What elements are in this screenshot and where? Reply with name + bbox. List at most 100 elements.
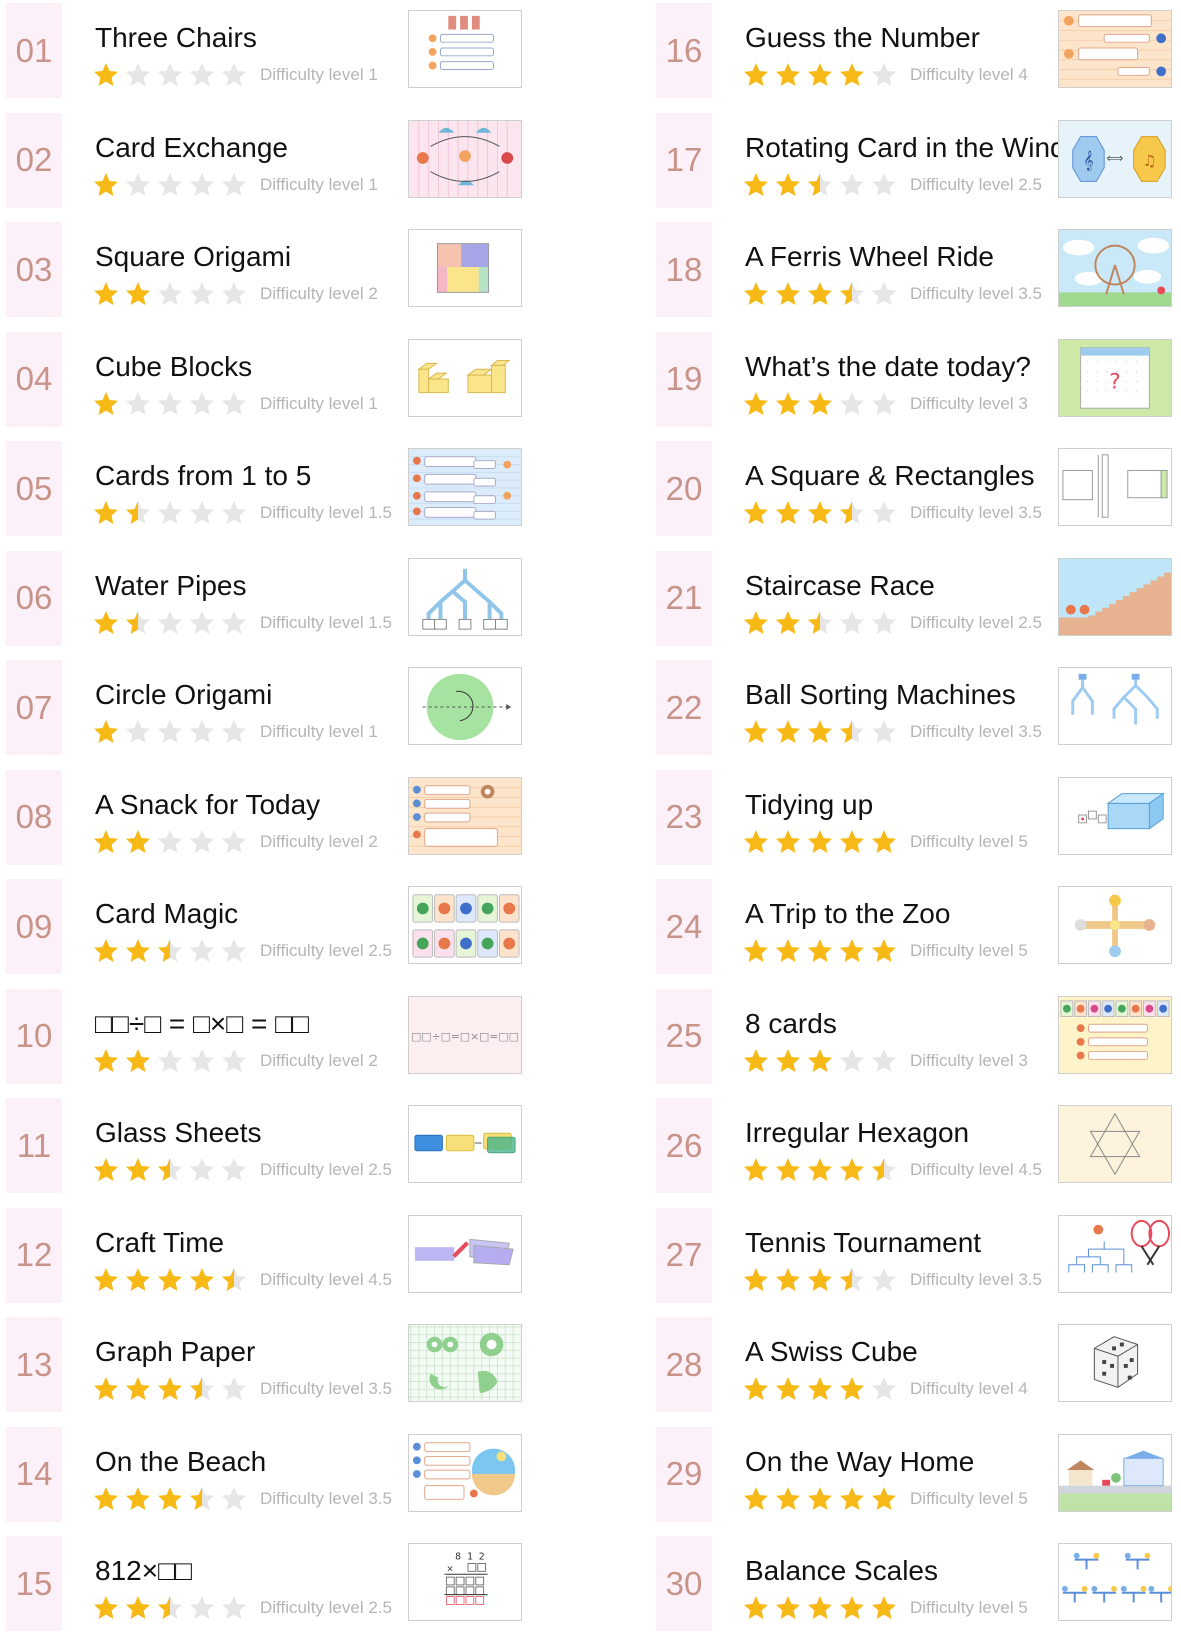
puzzle-list-item-21[interactable]: 21 Staircase Race Difficulty level 2.5 [656, 548, 1181, 658]
puzzle-list-item-24[interactable]: 24 A Trip to the Zoo Difficulty level 5 [656, 876, 1181, 986]
puzzle-list-item-13[interactable]: 13 Graph Paper Difficulty level 3.5 [6, 1314, 546, 1424]
eight-cards-thumbnail[interactable] [1058, 995, 1172, 1074]
puzzle-title: Card Magic [95, 898, 239, 929]
puzzle-list-item-10[interactable]: 10 □□÷□ = □×□ = □□ Difficulty level 2 □□… [6, 986, 546, 1096]
puzzle-list-item-29[interactable]: 29 On the Way Home Difficulty level 5 [656, 1424, 1181, 1534]
star-filled-icon [744, 1377, 768, 1400]
star-filled-icon [94, 1486, 118, 1510]
puzzle-list-item-26[interactable]: 26 Irregular Hexagon Difficulty level 4.… [656, 1095, 1181, 1205]
puzzle-title: Three Chairs [95, 22, 257, 53]
star-filled-icon [840, 829, 864, 853]
svg-text:?: ? [1109, 369, 1120, 394]
puzzle-list-item-19[interactable]: 19 What’s the date today? Difficulty lev… [656, 329, 1181, 439]
star-empty-icon [158, 501, 182, 524]
cube-blocks-thumbnail[interactable] [408, 338, 522, 417]
puzzle-list-item-25[interactable]: 25 8 cards Difficulty level 3 [656, 986, 1181, 1096]
ferris-wheel-thumbnail[interactable] [1058, 229, 1172, 307]
puzzle-list-item-01[interactable]: 01 Three Chairs Difficulty level 1 [6, 0, 546, 110]
puzzle-list-item-23[interactable]: 23 Tidying up Difficulty level 5 [656, 767, 1181, 877]
equation-thumbnail[interactable]: □□÷□=□×□=□□ [408, 995, 522, 1074]
puzzle-list-item-02[interactable]: 02 Card Exchange Difficulty level 1 [6, 110, 546, 220]
star-filled-icon [840, 939, 864, 962]
star-half-icon [126, 501, 150, 524]
puzzle-number: 17 [656, 112, 712, 208]
way-home-thumbnail[interactable] [1058, 1433, 1172, 1512]
difficulty-label: Difficulty level 1 [260, 393, 378, 413]
puzzle-number: 01 [6, 3, 62, 98]
puzzle-list-item-15[interactable]: 15 812×□□ Difficulty level 2.5 8 1 2 × [6, 1533, 546, 1643]
svg-text:□□÷□=□×□=□□: □□÷□=□×□=□□ [411, 1029, 519, 1042]
puzzle-list-item-06[interactable]: 06 Water Pipes Difficulty level 1.5 [6, 548, 546, 658]
snack-dialog-thumbnail[interactable] [408, 776, 522, 855]
star-empty-icon [222, 939, 246, 962]
puzzle-title: Rotating Card in the Wind [745, 131, 1066, 163]
circle-origami-thumbnail[interactable] [408, 667, 522, 745]
puzzle-list-item-27[interactable]: 27 Tennis Tournament Difficulty level 3.… [656, 1205, 1181, 1315]
puzzle-list-item-20[interactable]: 20 A Square & Rectangles Difficulty leve… [656, 438, 1181, 548]
multiplication-thumbnail[interactable]: 8 1 2 × [408, 1543, 522, 1621]
star-filled-icon [744, 1158, 768, 1181]
star-empty-icon [872, 391, 896, 415]
puzzle-number: 03 [6, 222, 62, 317]
star-filled-icon [776, 1158, 800, 1181]
zoo-map-thumbnail[interactable] [1058, 886, 1172, 964]
star-empty-icon [222, 720, 246, 743]
star-empty-icon [190, 939, 214, 962]
puzzle-title: A Trip to the Zoo [745, 898, 951, 929]
puzzle-list-item-04[interactable]: 04 Cube Blocks Difficulty level 1 [6, 329, 546, 439]
star-filled-icon [872, 1596, 896, 1619]
puzzle-list-item-28[interactable]: 28 A Swiss Cube Difficulty level 4 [656, 1314, 1181, 1424]
puzzle-list-item-14[interactable]: 14 On the Beach Difficulty level 3.5 [6, 1424, 546, 1534]
puzzle-list-item-05[interactable]: 05 Cards from 1 to 5 Difficulty level 1.… [6, 438, 546, 548]
star-filled-icon [840, 1377, 864, 1400]
difficulty-label: Difficulty level 3.5 [910, 1269, 1042, 1289]
puzzle-list-item-11[interactable]: 11 Glass Sheets Difficulty level 2.5 [6, 1095, 546, 1205]
puzzle-number: 30 [656, 1536, 712, 1631]
star-filled-icon [94, 720, 118, 743]
rotating-card-thumbnail[interactable]: 𝄞 ⟺ ♫ [1058, 119, 1172, 198]
star-empty-icon [222, 172, 246, 196]
puzzle-title: Irregular Hexagon [745, 1117, 970, 1148]
swiss-cube-thumbnail[interactable] [1058, 1324, 1172, 1402]
difficulty-rating: Difficulty level 1 [92, 61, 378, 89]
calendar-thumbnail[interactable]: · · · · · · · · · · · · · · · · · · · · · · · ·? [1058, 338, 1172, 417]
card-exchange-thumbnail[interactable] [408, 119, 522, 198]
star-filled-icon [776, 1267, 800, 1291]
puzzle-list-item-07[interactable]: 07 Circle Origami Difficulty level 1 [6, 657, 546, 767]
puzzle-list-item-09[interactable]: 09 Card Magic Difficulty level 2.5 [6, 876, 546, 986]
glass-sheets-thumbnail[interactable] [408, 1105, 522, 1183]
chairs-thumbnail[interactable] [408, 10, 522, 88]
difficulty-label: Difficulty level 2 [260, 284, 378, 303]
balance-scales-thumbnail[interactable] [1058, 1543, 1172, 1621]
craft-time-thumbnail[interactable] [408, 1214, 522, 1293]
tidying-thumbnail-image [1059, 777, 1171, 854]
tennis-thumbnail[interactable] [1058, 1214, 1172, 1293]
puzzle-list-item-22[interactable]: 22 Ball Sorting Machines Difficulty leve… [656, 657, 1181, 767]
star-half-icon [126, 610, 150, 634]
card-magic-thumbnail[interactable] [408, 886, 522, 964]
cards-dialog-thumbnail[interactable] [408, 448, 522, 526]
puzzle-list-item-03[interactable]: 03 Square Origami Difficulty level 2 [6, 219, 546, 329]
star-filled-icon [126, 1048, 150, 1072]
beach-thumbnail[interactable] [408, 1433, 522, 1512]
hexagon-thumbnail[interactable] [1058, 1105, 1172, 1183]
puzzle-list-item-16[interactable]: 16 Guess the Number Difficulty level 4 [656, 0, 1181, 110]
guess-dialog-thumbnail[interactable] [1058, 10, 1172, 88]
tidying-thumbnail[interactable] [1058, 776, 1172, 855]
star-filled-icon [126, 1158, 150, 1181]
puzzle-list-item-12[interactable]: 12 Craft Time Difficulty level 4.5 [6, 1205, 546, 1315]
puzzle-list-item-17[interactable]: 17 Rotating Card in the Wind Difficulty … [656, 110, 1181, 220]
star-empty-icon [872, 63, 896, 86]
puzzle-list-item-30[interactable]: 30 Balance Scales Difficulty level 5 [656, 1533, 1181, 1643]
staircase-thumbnail[interactable] [1058, 557, 1172, 636]
star-filled-icon [744, 829, 768, 853]
swiss-cube-thumbnail-image [1059, 1325, 1171, 1401]
star-filled-icon [94, 282, 118, 305]
square-rectangles-thumbnail[interactable] [1058, 448, 1172, 526]
ball-sorting-thumbnail[interactable] [1058, 667, 1172, 745]
puzzle-list-item-18[interactable]: 18 A Ferris Wheel Ride Difficulty level … [656, 219, 1181, 329]
graph-paper-thumbnail[interactable] [408, 1324, 522, 1402]
puzzle-list-item-08[interactable]: 08 A Snack for Today Difficulty level 2 [6, 767, 546, 877]
square-origami-thumbnail[interactable] [408, 229, 522, 307]
water-pipes-thumbnail[interactable] [408, 557, 522, 636]
